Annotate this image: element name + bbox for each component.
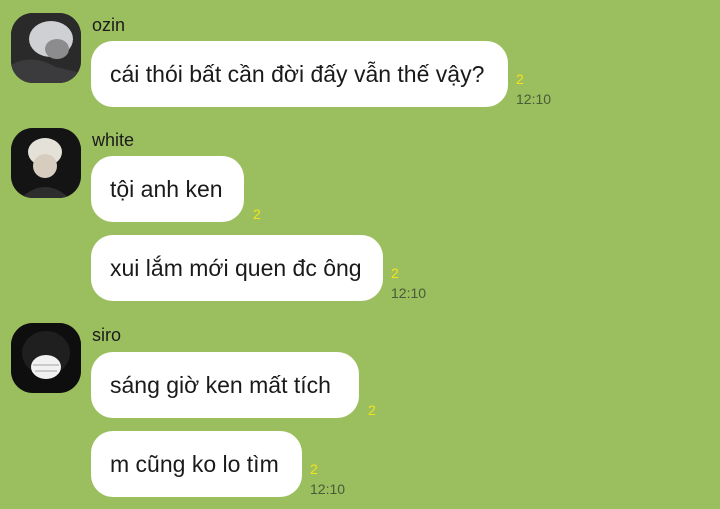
avatar-white[interactable] — [11, 128, 81, 198]
avatar-ozin[interactable] — [11, 13, 81, 83]
message-bubble[interactable]: m cũng ko lo tìm — [91, 431, 302, 497]
timestamp: 12:10 — [516, 91, 552, 107]
message-bubble[interactable]: sáng giờ ken mất tích — [91, 352, 359, 418]
user-avatar-icon — [11, 13, 81, 83]
sender-name: siro — [92, 325, 122, 345]
user-avatar-icon — [11, 128, 81, 198]
avatar-siro[interactable] — [11, 323, 81, 393]
user-avatar-icon — [11, 323, 81, 393]
read-count: 2 — [310, 461, 318, 477]
message-bubble[interactable]: tội anh ken — [91, 156, 244, 222]
message-bubble[interactable]: cái thói bất cần đời đấy vẫn thế vậy? — [91, 41, 508, 107]
timestamp: 12:10 — [310, 481, 346, 497]
sender-name: ozin — [92, 15, 126, 35]
sender-name: white — [92, 130, 135, 150]
read-count: 2 — [368, 402, 376, 418]
read-count: 2 — [516, 71, 524, 87]
read-count: 2 — [253, 206, 261, 222]
message-bubble[interactable]: xui lắm mới quen đc ông — [91, 235, 383, 301]
read-count: 2 — [391, 265, 399, 281]
timestamp: 12:10 — [391, 285, 427, 301]
